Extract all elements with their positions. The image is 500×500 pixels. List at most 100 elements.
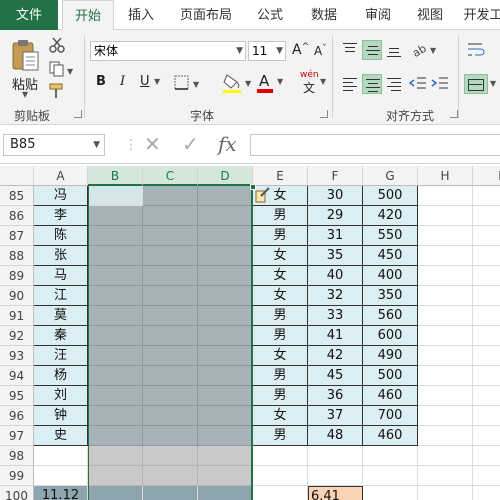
- chevron-down-icon[interactable]: ▼: [490, 79, 496, 88]
- cell-C86[interactable]: [143, 206, 198, 226]
- font-size-combo[interactable]: 11 ▼: [248, 41, 286, 61]
- cell-I87[interactable]: [473, 226, 500, 246]
- tab-insert[interactable]: 插入: [118, 0, 164, 30]
- tab-view[interactable]: 视图: [408, 0, 452, 30]
- cell-I95[interactable]: [473, 386, 500, 406]
- cell-H87[interactable]: [418, 226, 473, 246]
- cell-F91[interactable]: 33: [308, 306, 363, 326]
- cancel-icon[interactable]: ✕: [144, 133, 161, 155]
- cell-H95[interactable]: [418, 386, 473, 406]
- row-header[interactable]: 97: [0, 426, 34, 446]
- cell-E100[interactable]: [253, 486, 308, 500]
- cell-E87[interactable]: 男: [253, 226, 308, 246]
- copy-icon[interactable]: ▼: [48, 60, 74, 78]
- cell-H92[interactable]: [418, 326, 473, 346]
- cell-I97[interactable]: [473, 426, 500, 446]
- cell-E91[interactable]: 男: [253, 306, 308, 326]
- increase-indent-icon[interactable]: [430, 74, 450, 94]
- cell-F89[interactable]: 40: [308, 266, 363, 286]
- decrease-indent-icon[interactable]: [408, 74, 428, 94]
- cell-E93[interactable]: 女: [253, 346, 308, 366]
- align-top-icon[interactable]: [340, 40, 360, 60]
- cell-D99[interactable]: [198, 466, 253, 486]
- cell-F93[interactable]: 42: [308, 346, 363, 366]
- increase-font-button[interactable]: A^: [292, 42, 309, 58]
- cell-C87[interactable]: [143, 226, 198, 246]
- cell-E97[interactable]: 男: [253, 426, 308, 446]
- paste-button[interactable]: 粘贴 ▼: [8, 36, 42, 99]
- row-header[interactable]: 89: [0, 266, 34, 286]
- cell-A99[interactable]: [34, 466, 88, 486]
- cell-B87[interactable]: [88, 226, 143, 246]
- cell-E92[interactable]: 男: [253, 326, 308, 346]
- cell-F92[interactable]: 41: [308, 326, 363, 346]
- cell-A91[interactable]: 莫: [34, 306, 88, 326]
- cell-A93[interactable]: 汪: [34, 346, 88, 366]
- cell-I89[interactable]: [473, 266, 500, 286]
- cell-A98[interactable]: [34, 446, 88, 466]
- cell-E96[interactable]: 女: [253, 406, 308, 426]
- cell-G88[interactable]: 450: [363, 246, 418, 266]
- cell-F87[interactable]: 31: [308, 226, 363, 246]
- cell-G95[interactable]: 460: [363, 386, 418, 406]
- cell-A96[interactable]: 钟: [34, 406, 88, 426]
- cell-B85[interactable]: [88, 186, 143, 206]
- row-header[interactable]: 92: [0, 326, 34, 346]
- cell-B95[interactable]: [88, 386, 143, 406]
- align-right-icon[interactable]: [384, 74, 404, 94]
- decrease-font-button[interactable]: Aˇ: [314, 44, 327, 58]
- cell-B92[interactable]: [88, 326, 143, 346]
- cell-G86[interactable]: 420: [363, 206, 418, 226]
- tab-review[interactable]: 审阅: [356, 0, 400, 30]
- cell-H96[interactable]: [418, 406, 473, 426]
- row-header[interactable]: 90: [0, 286, 34, 306]
- cell-F100[interactable]: 6.41: [308, 486, 363, 500]
- cell-C94[interactable]: [143, 366, 198, 386]
- cell-B98[interactable]: [88, 446, 143, 466]
- cell-B93[interactable]: [88, 346, 143, 366]
- cell-B94[interactable]: [88, 366, 143, 386]
- column-header-D[interactable]: D: [198, 166, 253, 186]
- cell-I90[interactable]: [473, 286, 500, 306]
- cell-D90[interactable]: [198, 286, 253, 306]
- cell-F97[interactable]: 48: [308, 426, 363, 446]
- tab-formulas[interactable]: 公式: [248, 0, 292, 30]
- paste-dropdown-icon[interactable]: ▼: [22, 90, 28, 99]
- cell-F88[interactable]: 35: [308, 246, 363, 266]
- cell-C100[interactable]: [143, 486, 198, 500]
- cell-H85[interactable]: [418, 186, 473, 206]
- cell-D88[interactable]: [198, 246, 253, 266]
- cell-A92[interactable]: 秦: [34, 326, 88, 346]
- cell-E95[interactable]: 男: [253, 386, 308, 406]
- cell-F98[interactable]: [308, 446, 363, 466]
- cell-H88[interactable]: [418, 246, 473, 266]
- cell-E86[interactable]: 男: [253, 206, 308, 226]
- cell-H97[interactable]: [418, 426, 473, 446]
- cell-F90[interactable]: 32: [308, 286, 363, 306]
- row-header[interactable]: 87: [0, 226, 34, 246]
- cell-I96[interactable]: [473, 406, 500, 426]
- cell-E94[interactable]: 男: [253, 366, 308, 386]
- cell-B97[interactable]: [88, 426, 143, 446]
- cell-A86[interactable]: 李: [34, 206, 88, 226]
- column-header-F[interactable]: F: [308, 166, 363, 186]
- cell-G99[interactable]: [363, 466, 418, 486]
- cell-D91[interactable]: [198, 306, 253, 326]
- name-box[interactable]: B85 ▼: [3, 134, 105, 156]
- tab-file[interactable]: 文件: [0, 0, 58, 30]
- cell-D98[interactable]: [198, 446, 253, 466]
- cell-G96[interactable]: 700: [363, 406, 418, 426]
- cell-I86[interactable]: [473, 206, 500, 226]
- italic-button[interactable]: I: [120, 74, 125, 89]
- cell-H91[interactable]: [418, 306, 473, 326]
- column-header-A[interactable]: A: [34, 166, 88, 186]
- cell-I88[interactable]: [473, 246, 500, 266]
- clipboard-launcher-icon[interactable]: [74, 110, 82, 118]
- row-header[interactable]: 86: [0, 206, 34, 226]
- cell-I93[interactable]: [473, 346, 500, 366]
- cell-A100[interactable]: 11.12: [34, 486, 88, 500]
- font-name-combo[interactable]: 宋体 ▼: [90, 41, 246, 61]
- cell-I98[interactable]: [473, 446, 500, 466]
- cell-G94[interactable]: 500: [363, 366, 418, 386]
- row-header[interactable]: 85: [0, 186, 34, 206]
